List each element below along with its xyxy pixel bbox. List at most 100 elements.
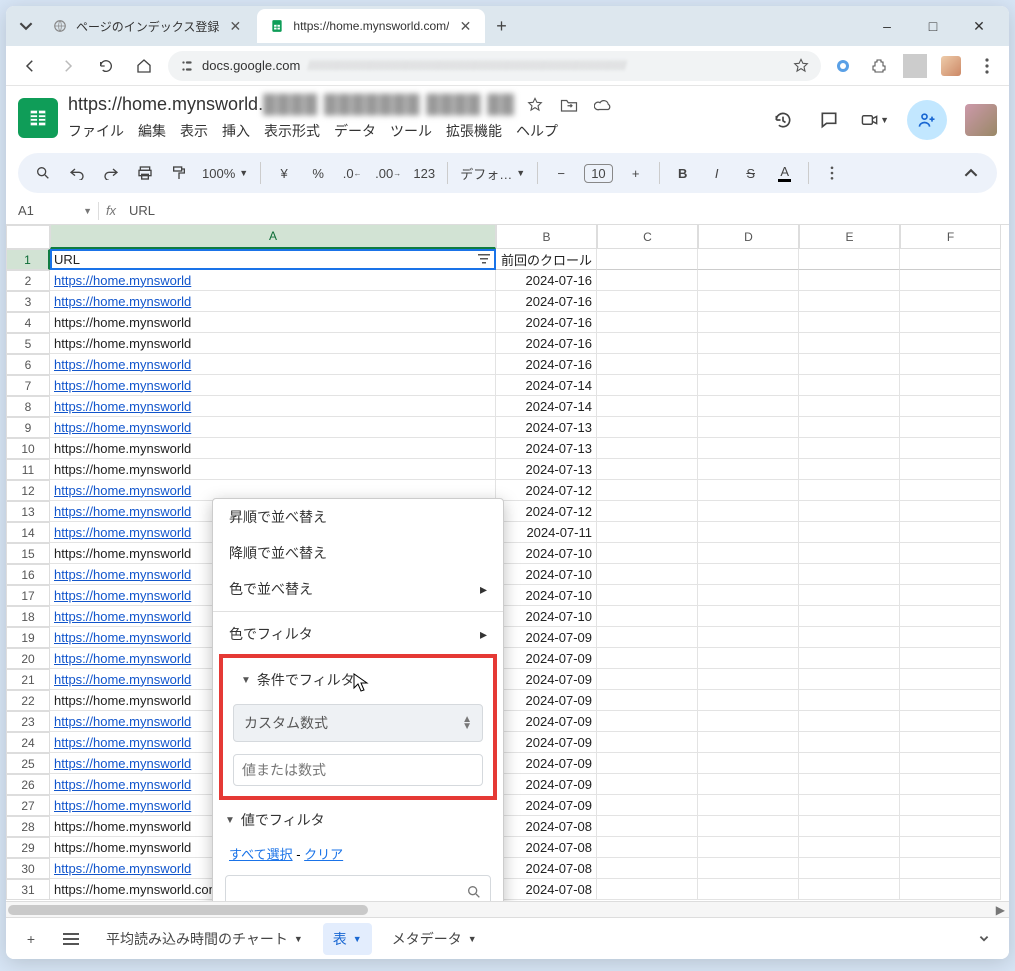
cell[interactable]: [900, 354, 1001, 375]
cell[interactable]: [799, 312, 900, 333]
cell[interactable]: [900, 732, 1001, 753]
cell-date[interactable]: 2024-07-09: [496, 732, 597, 753]
row-header[interactable]: 23: [6, 711, 50, 732]
row-header[interactable]: 13: [6, 501, 50, 522]
cell[interactable]: [900, 669, 1001, 690]
cell-date[interactable]: 2024-07-16: [496, 270, 597, 291]
filter-by-color-item[interactable]: 色でフィルタ▸: [213, 616, 503, 652]
row-header[interactable]: 1: [6, 249, 50, 270]
cell[interactable]: [698, 249, 799, 270]
cell-date[interactable]: 2024-07-09: [496, 648, 597, 669]
cell[interactable]: [597, 522, 698, 543]
cell[interactable]: [597, 669, 698, 690]
cloud-status-icon[interactable]: [593, 95, 613, 115]
cell[interactable]: [900, 564, 1001, 585]
cell[interactable]: [698, 837, 799, 858]
cell[interactable]: [597, 858, 698, 879]
star-icon[interactable]: [525, 95, 545, 115]
cell[interactable]: [597, 795, 698, 816]
row-header[interactable]: 24: [6, 732, 50, 753]
cell[interactable]: [900, 312, 1001, 333]
cell-date[interactable]: 2024-07-13: [496, 459, 597, 480]
cell-url[interactable]: https://home.mynsworld: [50, 375, 496, 396]
cell[interactable]: [597, 732, 698, 753]
cell-url[interactable]: https://home.mynsworld: [50, 291, 496, 312]
column-header[interactable]: F: [900, 225, 1001, 249]
cell[interactable]: [698, 774, 799, 795]
cell-date[interactable]: 2024-07-08: [496, 816, 597, 837]
italic-button[interactable]: I: [706, 161, 728, 185]
cell-date[interactable]: 2024-07-12: [496, 501, 597, 522]
row-header[interactable]: 12: [6, 480, 50, 501]
row-header[interactable]: 30: [6, 858, 50, 879]
row-header[interactable]: 10: [6, 438, 50, 459]
cell[interactable]: [698, 522, 799, 543]
menu-view[interactable]: 表示: [180, 121, 208, 141]
currency-button[interactable]: ¥: [273, 161, 295, 185]
menu-extensions[interactable]: 拡張機能: [446, 121, 502, 141]
cell-date[interactable]: 2024-07-08: [496, 879, 597, 900]
row-header[interactable]: 7: [6, 375, 50, 396]
column-header[interactable]: E: [799, 225, 900, 249]
cell-date[interactable]: 2024-07-13: [496, 417, 597, 438]
home-button[interactable]: [130, 52, 158, 80]
cell[interactable]: [799, 459, 900, 480]
menu-format[interactable]: 表示形式: [264, 121, 320, 141]
row-header[interactable]: 21: [6, 669, 50, 690]
cell-url[interactable]: https://home.mynsworld: [50, 417, 496, 438]
name-box[interactable]: A1▼: [12, 203, 98, 218]
cell[interactable]: [698, 543, 799, 564]
cell-date[interactable]: 2024-07-08: [496, 858, 597, 879]
cell[interactable]: [900, 648, 1001, 669]
cell[interactable]: [900, 858, 1001, 879]
cell[interactable]: [799, 375, 900, 396]
cell[interactable]: [698, 753, 799, 774]
cell[interactable]: [698, 480, 799, 501]
cell[interactable]: [597, 417, 698, 438]
scrollbar-thumb[interactable]: [8, 905, 368, 915]
spreadsheet-grid[interactable]: ABCDEF1URL前回のクロール2https://home.mynsworld…: [6, 225, 1009, 901]
row-header[interactable]: 26: [6, 774, 50, 795]
cell[interactable]: [597, 354, 698, 375]
cell[interactable]: [698, 354, 799, 375]
cell[interactable]: [900, 333, 1001, 354]
cell[interactable]: [597, 753, 698, 774]
more-toolbar-button[interactable]: [821, 161, 843, 185]
browser-tab-1[interactable]: https://home.mynsworld.com/ ✕: [257, 9, 485, 43]
cell-date[interactable]: 2024-07-13: [496, 438, 597, 459]
cell[interactable]: [900, 816, 1001, 837]
cell[interactable]: [698, 459, 799, 480]
row-header[interactable]: 19: [6, 627, 50, 648]
cell[interactable]: [597, 585, 698, 606]
cell[interactable]: [698, 879, 799, 900]
filter-search-input[interactable]: [234, 884, 466, 900]
cell[interactable]: [799, 396, 900, 417]
cell[interactable]: [698, 501, 799, 522]
cell[interactable]: [799, 669, 900, 690]
row-header[interactable]: 16: [6, 564, 50, 585]
column-header[interactable]: D: [698, 225, 799, 249]
cell[interactable]: [799, 585, 900, 606]
row-header[interactable]: 18: [6, 606, 50, 627]
new-tab-button[interactable]: +: [487, 12, 515, 40]
cell[interactable]: [900, 291, 1001, 312]
window-close-button[interactable]: ✕: [965, 12, 993, 40]
cell-url[interactable]: https://home.mynsworld: [50, 459, 496, 480]
filter-by-value-header[interactable]: ▼ 値でフィルタ: [213, 802, 503, 838]
close-icon[interactable]: ✕: [457, 18, 473, 34]
cell-date[interactable]: 2024-07-12: [496, 480, 597, 501]
number-format-button[interactable]: 123: [413, 161, 435, 185]
cell[interactable]: [900, 774, 1001, 795]
cell[interactable]: [900, 417, 1001, 438]
menu-insert[interactable]: 挿入: [222, 121, 250, 141]
cell[interactable]: [597, 396, 698, 417]
cell[interactable]: [597, 480, 698, 501]
cell[interactable]: [597, 291, 698, 312]
cell-url[interactable]: https://home.mynsworld: [50, 438, 496, 459]
cell[interactable]: [597, 837, 698, 858]
cell[interactable]: [900, 438, 1001, 459]
sheet-tab-metadata[interactable]: メタデータ▼: [382, 923, 487, 955]
cell-date[interactable]: 2024-07-10: [496, 543, 597, 564]
cell[interactable]: [698, 606, 799, 627]
cell-date[interactable]: 2024-07-10: [496, 564, 597, 585]
